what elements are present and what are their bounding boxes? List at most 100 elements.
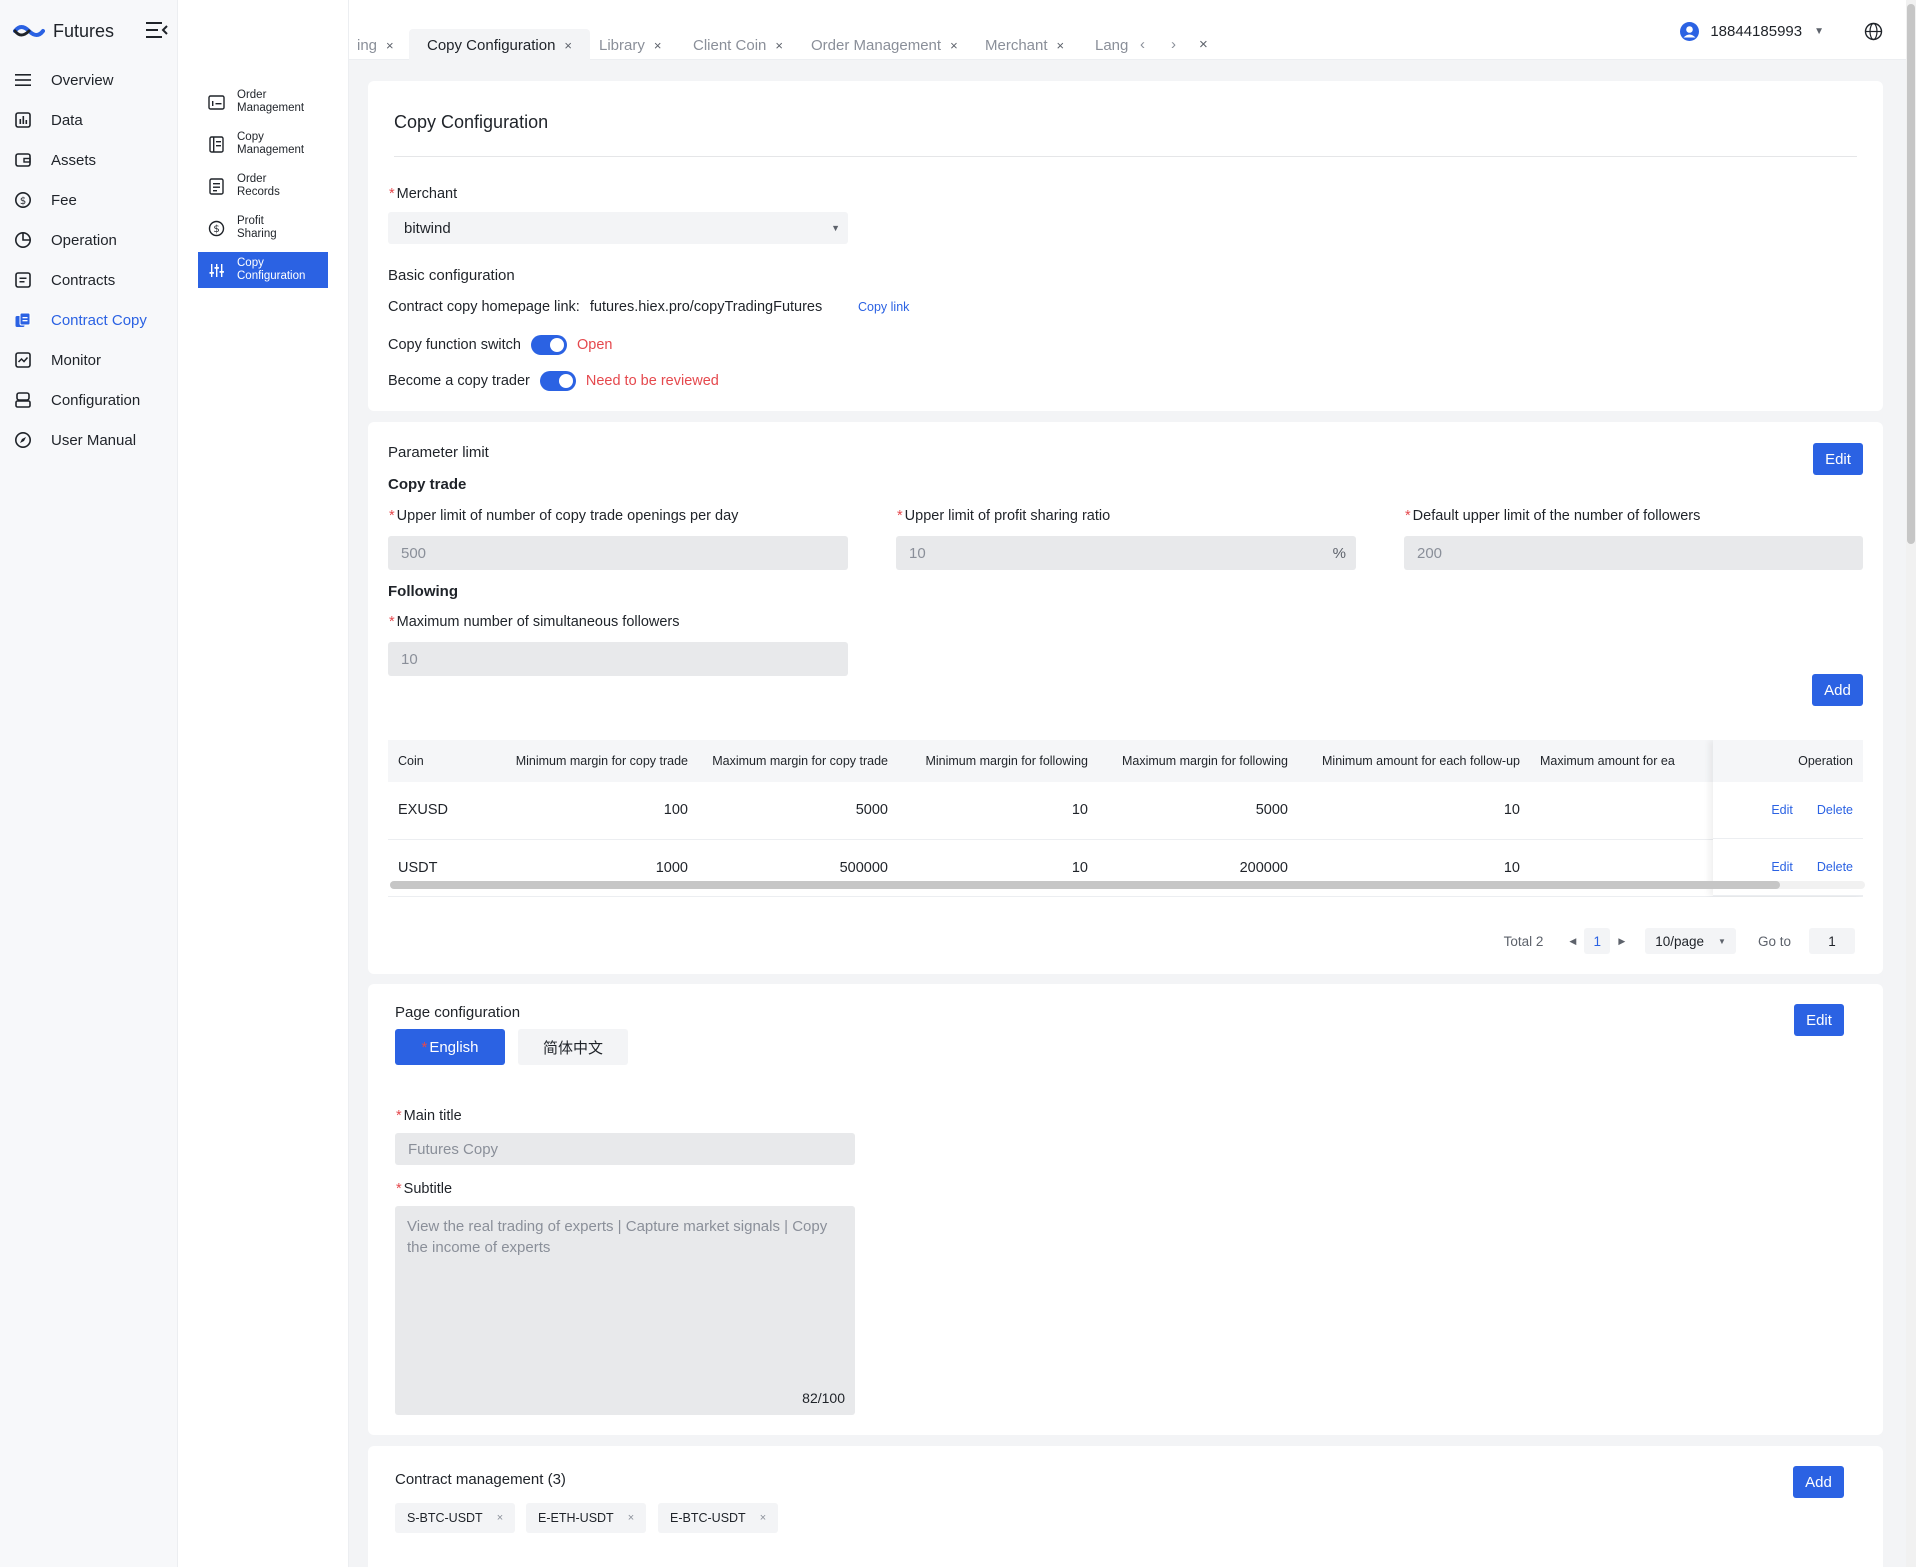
close-icon[interactable]: × [628,1512,634,1524]
sub-item-copy-management[interactable]: Copy Management [198,126,328,162]
parameter-limit-card: Parameter limit Edit Copy trade * Upper l… [368,422,1883,974]
become-trader-toggle[interactable] [539,371,576,391]
tab-copy-configuration[interactable]: Copy Configuration × [409,29,591,61]
column-header: Maximum margin for copy trade [698,740,898,782]
page-scrollbar[interactable] [1906,0,1916,1567]
delete-row-button[interactable]: Delete [1817,803,1853,817]
close-icon[interactable]: × [950,38,958,53]
copy-link-button[interactable]: Copy link [858,300,909,314]
subtitle-textarea[interactable]: View the real trading of experts | Captu… [395,1206,855,1415]
sub-item-profit-sharing[interactable]: $ Profit Sharing [198,210,328,246]
close-icon[interactable]: × [654,38,662,53]
next-page-icon[interactable]: ▶ [1618,936,1625,947]
sub-sidebar: Order Management Copy Management Order Reco… [178,0,349,1567]
nav-item-configuration[interactable]: Configuration [0,380,178,420]
table-cell: 100 [498,782,698,840]
basic-config-title: Basic configuration [388,267,515,284]
subtitle-value: View the real trading of experts | Captu… [407,1218,828,1256]
tab-client-coin[interactable]: Client Coin × [693,29,783,61]
scrollbar-thumb[interactable] [390,881,1780,889]
nav-label: Configuration [51,391,141,409]
caret-down-icon: ▼ [831,223,840,233]
page-number[interactable]: 1 [1584,928,1611,954]
scrollbar-thumb[interactable] [1907,4,1915,544]
sub-item-order-records[interactable]: Order Records [198,168,328,204]
chip-label: E-ETH-USDT [538,1511,614,1525]
tab-label: ing [357,36,378,54]
delete-row-button[interactable]: Delete [1817,860,1853,874]
collapse-menu-icon[interactable] [146,21,168,39]
globe-icon[interactable] [1864,22,1883,41]
goto-page-input[interactable]: 1 [1809,928,1855,954]
openings-per-day-input[interactable]: 500 [388,536,848,570]
nav-item-operation[interactable]: Operation [0,220,178,260]
close-icon[interactable]: × [760,1512,766,1524]
edit-page-config-button[interactable]: Edit [1794,1004,1844,1036]
sub-item-line: Copy [237,257,264,269]
nav-label: Assets [51,151,97,169]
column-header: Minimum margin for following [898,740,1098,782]
close-icon[interactable]: × [497,1512,503,1524]
avatar-icon [1680,22,1700,41]
sub-item-copy-configuration[interactable]: Copy Configuration [198,252,328,288]
prev-page-icon[interactable]: ◀ [1569,936,1576,947]
close-all-icon[interactable]: × [1199,36,1208,53]
default-followers-input[interactable]: 200 [1404,536,1863,570]
nav-item-data[interactable]: Data [0,100,178,140]
column-header: Maximum margin for following [1098,740,1298,782]
table-cell: 10 [1298,782,1530,840]
tab-english[interactable]: * English [395,1029,505,1065]
tab-lang[interactable]: Lang [1095,29,1128,61]
chevron-right-icon[interactable]: › [1171,36,1176,53]
nav-item-user-manual[interactable]: User Manual [0,420,178,460]
close-icon[interactable]: × [775,38,783,53]
nav-label: Contract Copy [51,311,147,329]
chevron-left-icon[interactable]: ‹ [1140,36,1145,53]
edit-row-button[interactable]: Edit [1771,860,1793,874]
add-contract-button[interactable]: Add [1793,1466,1844,1498]
percent-unit: % [1332,544,1346,562]
list-icon [209,135,224,153]
tab-chinese[interactable]: 简体中文 [518,1029,628,1065]
nav-item-assets[interactable]: Assets [0,140,178,180]
tab-order-management[interactable]: Order Management × [811,29,958,61]
sub-item-line: Sharing [237,228,277,240]
nav-item-contract-copy[interactable]: Contract Copy [0,300,178,340]
user-menu[interactable]: 18844185993 ▼ [1680,22,1824,41]
pagination: Total 2 ◀ 1 ▶ 10/page ▼ Go to 1 [1504,928,1855,954]
close-icon[interactable]: × [386,38,394,53]
edit-params-button[interactable]: Edit [1813,443,1863,475]
close-icon[interactable]: × [564,38,572,53]
dollar-icon: $ [208,220,225,236]
simultaneous-followers-input[interactable]: 10 [388,642,848,676]
tab-label: Library [599,36,645,54]
tab-ing[interactable]: ing × [357,29,394,61]
following-title: Following [388,583,458,600]
nav-label: Overview [51,71,114,89]
nav-item-overview[interactable]: Overview [0,60,178,100]
copy-switch-toggle[interactable] [530,335,567,355]
basic-config-card: Copy Configuration * Merchant bitwind ▼ B… [368,81,1883,411]
sub-item-line: Management [237,102,305,114]
merchant-select[interactable]: bitwind ▼ [388,212,848,244]
sub-item-line: Copy [237,131,264,143]
page-config-card: Page configuration Edit * English 简体中文 * M… [368,984,1883,1435]
become-trader-row: Become a copy trader Need to be reviewed [388,371,719,391]
sub-item-order-management[interactable]: Order Management [198,84,328,120]
tab-library[interactable]: Library × [599,29,661,61]
main-title-input[interactable]: Futures Copy [395,1133,855,1165]
homepage-value: futures.hiex.pro/copyTradingFutures [589,299,823,315]
profit-sharing-ratio-input[interactable]: 10 % [896,536,1356,570]
table-row: EXUSD 100 5000 10 5000 10 [388,782,1863,840]
close-icon[interactable]: × [1057,38,1065,53]
edit-row-button[interactable]: Edit [1771,803,1793,817]
page-size-select[interactable]: 10/page ▼ [1645,928,1736,954]
nav-item-monitor[interactable]: Monitor [0,340,178,380]
tab-merchant[interactable]: Merchant × [985,29,1064,61]
table-horizontal-scrollbar[interactable] [390,881,1865,889]
sub-item-line: Order [237,89,267,101]
add-coin-button[interactable]: Add [1812,674,1863,706]
nav-item-contracts[interactable]: Contracts [0,260,178,300]
nav-item-fee[interactable]: $ Fee [0,180,178,220]
profit-sharing-ratio-value: 10 [909,544,926,562]
